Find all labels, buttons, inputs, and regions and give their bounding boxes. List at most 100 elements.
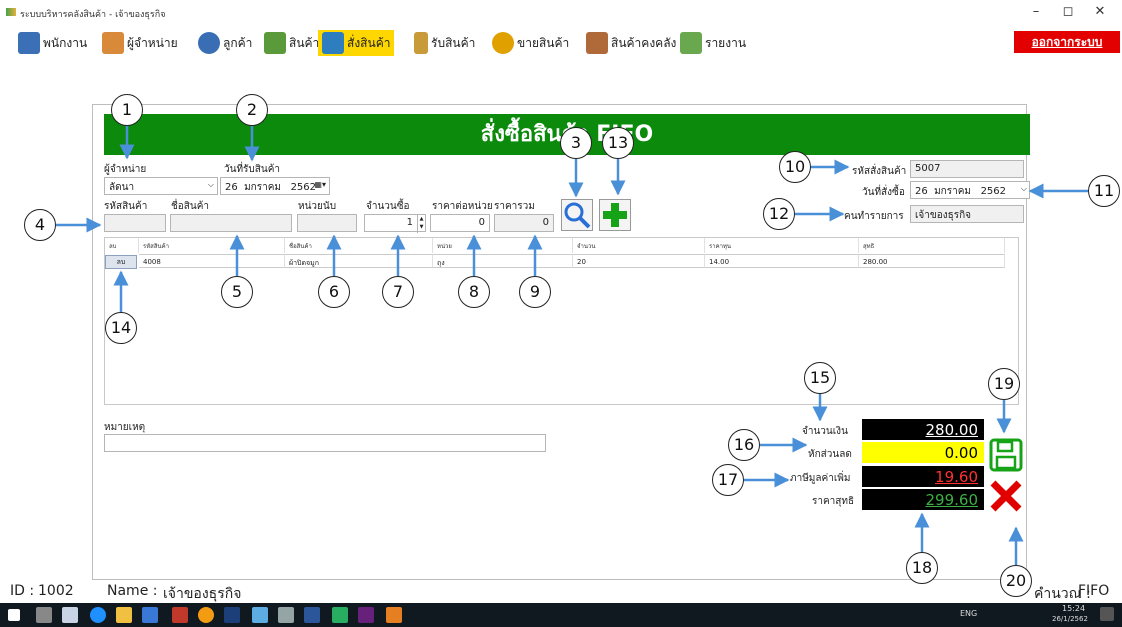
magnifier-icon	[564, 202, 591, 229]
order-items-table: ลบ รหัสสินค้า ชื่อสินค้า หน่วย จำนวน ราค…	[104, 237, 1019, 405]
app-icon[interactable]	[172, 607, 188, 623]
menu-item-products[interactable]: สินค้า	[260, 30, 323, 56]
callout-10: 10	[779, 151, 811, 183]
menu-item-sell[interactable]: ขายสินค้า	[488, 30, 573, 56]
net-label: ราคาสุทธิ	[812, 496, 855, 507]
col-header-delete: ลบ	[105, 238, 139, 253]
app-icon[interactable]	[278, 607, 294, 623]
menu-item-receive[interactable]: รับสินค้า	[410, 30, 479, 56]
order-date-picker[interactable]: 26 มกราคม 2562 ⌵	[910, 181, 1030, 199]
clock-date[interactable]: 26/1/2562	[1052, 615, 1088, 623]
callout-4: 4	[24, 209, 56, 241]
menu-item-customers[interactable]: ลูกค้า	[194, 30, 256, 56]
callout-1: 1	[111, 94, 143, 126]
product-name-field[interactable]	[170, 214, 292, 232]
col-header-cost: ราคาทุน	[705, 238, 859, 253]
status-bar: ID : 1002 Name : เจ้าของธุรกิจ คำนวณ : F…	[0, 581, 1122, 603]
app-icon[interactable]	[386, 607, 402, 623]
app-icon	[6, 8, 16, 16]
menu-item-inventory[interactable]: สินค้าคงคลัง	[582, 30, 680, 56]
add-item-button[interactable]	[599, 199, 631, 231]
menu-item-suppliers[interactable]: ผู้จำหน่าย	[98, 30, 182, 56]
save-button[interactable]	[988, 437, 1024, 473]
unit-field[interactable]	[297, 214, 357, 232]
menu-item-reports[interactable]: รายงาน	[676, 30, 750, 56]
amount-value: 280.00	[862, 419, 984, 440]
plus-icon	[603, 203, 627, 227]
amount-label: จำนวนเงิน	[802, 426, 848, 437]
table-cell: 20	[573, 254, 705, 268]
table-cell: 14.00	[705, 254, 859, 268]
order-date-label: วันที่สั่งซื้อ	[862, 187, 905, 198]
window-title: ระบบบริหารคลังสินค้า - เจ้าของธุรกิจ	[20, 10, 166, 20]
receive-icon	[414, 32, 428, 54]
unit-label: หน่วยนับ	[298, 201, 337, 212]
callout-8: 8	[458, 276, 490, 308]
search-button[interactable]	[561, 199, 593, 231]
product-name-label: ชื่อสินค้า	[171, 201, 210, 212]
callout-9: 9	[519, 276, 551, 308]
callout-5: 5	[221, 276, 253, 308]
windows-start-icon[interactable]	[8, 609, 20, 621]
clock-time[interactable]: 15:24	[1062, 604, 1085, 613]
word-icon[interactable]	[304, 607, 320, 623]
col-header-net: สุทธิ	[859, 238, 1005, 253]
file-explorer-icon[interactable]	[116, 607, 132, 623]
net-value: 299.60	[862, 489, 984, 510]
minimize-button[interactable]: –	[1026, 4, 1046, 19]
visual-studio-icon[interactable]	[358, 607, 374, 623]
receive-date-picker[interactable]: 26 มกราคม 2562 ▦▾	[220, 177, 330, 195]
table-cell: 280.00	[859, 254, 1005, 268]
app-icon[interactable]	[332, 607, 348, 623]
product-code-label: รหัสสินค้า	[104, 201, 148, 212]
callout-11: 11	[1088, 175, 1120, 207]
callout-17: 17	[712, 464, 744, 496]
product-code-field[interactable]	[104, 214, 166, 232]
app-icon[interactable]	[252, 607, 268, 623]
shopping-bag-icon[interactable]	[142, 607, 158, 623]
table-cell: ผ้าปิดจมูก	[285, 254, 433, 268]
chevron-down-icon: ⌵	[1020, 184, 1027, 193]
task-view-icon[interactable]	[36, 607, 52, 623]
photoshop-icon[interactable]	[224, 607, 240, 623]
user-id-value: 1002	[38, 583, 74, 599]
maximize-button[interactable]: ◻	[1058, 4, 1078, 19]
notification-icon[interactable]	[1100, 607, 1114, 621]
user-name-label: Name :	[107, 583, 158, 599]
note-input[interactable]	[104, 434, 546, 452]
reports-icon	[680, 32, 702, 54]
delete-row-button[interactable]: ลบ	[105, 255, 137, 269]
col-header-code: รหัสสินค้า	[139, 238, 285, 253]
total-price-field: 0	[494, 214, 554, 232]
callout-2: 2	[236, 94, 268, 126]
discount-input[interactable]: 0.00	[862, 442, 984, 463]
callout-16: 16	[728, 429, 760, 461]
callout-14: 14	[105, 312, 137, 344]
note-label: หมายเหตุ	[104, 422, 146, 433]
os-taskbar: ENG 15:24 26/1/2562	[0, 603, 1122, 627]
chrome-icon[interactable]	[198, 607, 214, 623]
chevron-down-icon: ⌵	[207, 180, 214, 189]
callout-12: 12	[763, 198, 795, 230]
unit-price-label: ราคาต่อหน่วย	[432, 201, 493, 212]
edge-icon[interactable]	[90, 607, 106, 623]
cancel-button[interactable]	[988, 478, 1024, 514]
user-name-value: เจ้าของธุรกิจ	[163, 586, 242, 602]
qty-stepper[interactable]: 1 ▲ ▼	[364, 214, 426, 233]
supplier-icon	[102, 32, 124, 54]
supplier-select[interactable]: ลัดนา ⌵	[104, 177, 218, 195]
receive-date-label: วันที่รับสินค้า	[224, 164, 281, 175]
language-indicator[interactable]: ENG	[960, 609, 977, 618]
title-bar: ระบบบริหารคลังสินค้า - เจ้าของธุรกิจ – ◻…	[0, 0, 1122, 26]
floppy-disk-icon	[989, 438, 1023, 472]
unit-price-field[interactable]: 0	[430, 214, 490, 232]
col-header-unit: หน่วย	[433, 238, 573, 253]
menu-item-employees[interactable]: พนักงาน	[14, 30, 91, 56]
close-window-button[interactable]: ✕	[1090, 4, 1110, 19]
store-icon[interactable]	[62, 607, 78, 623]
logout-button[interactable]: ออกจากระบบ	[1014, 31, 1120, 53]
callout-7: 7	[382, 276, 414, 308]
supplier-label: ผู้จำหน่าย	[104, 164, 147, 175]
menu-item-order[interactable]: สั่งสินค้า	[318, 30, 395, 56]
spin-arrows-icon[interactable]: ▲ ▼	[417, 215, 425, 233]
